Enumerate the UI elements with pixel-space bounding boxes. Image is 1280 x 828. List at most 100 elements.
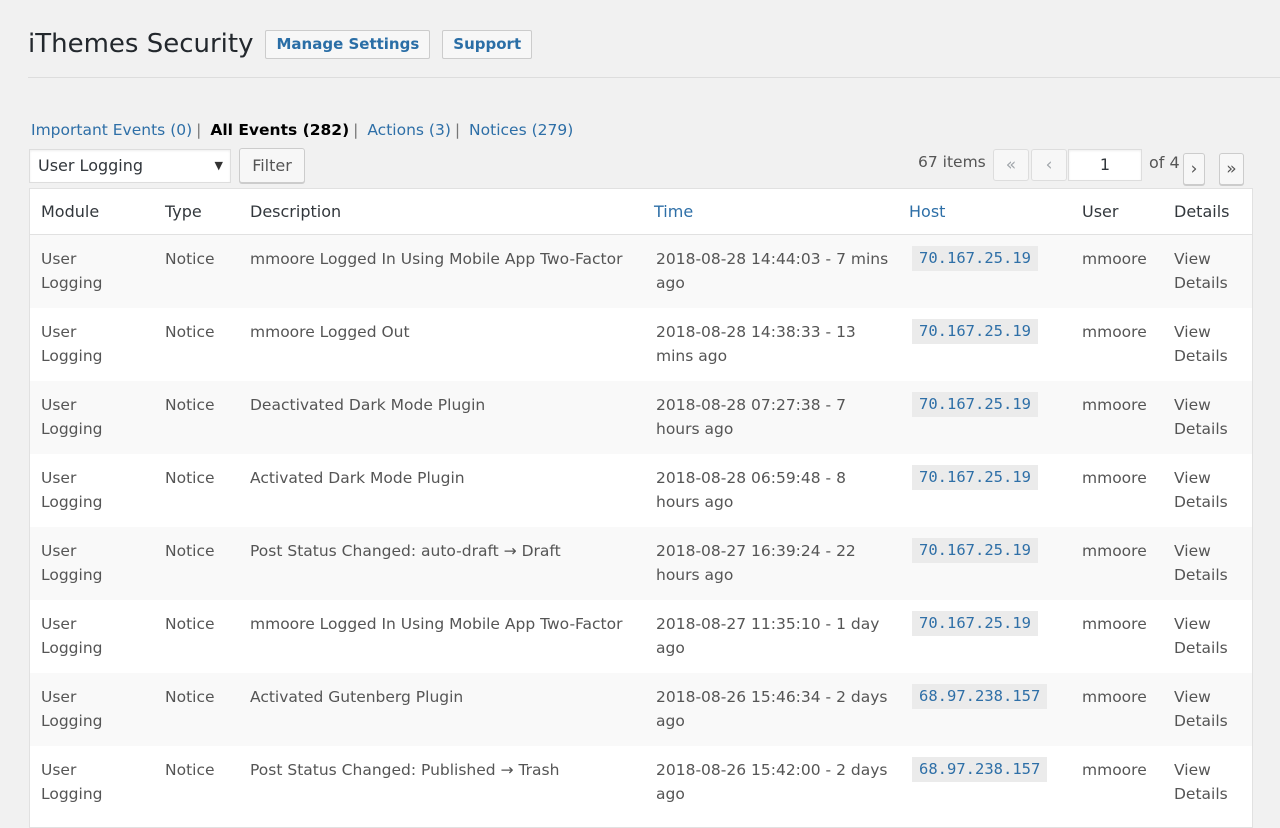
column-header-user: User [1082, 202, 1119, 221]
cell-module: User Logging [41, 323, 103, 365]
user-link[interactable]: mmoore [1082, 758, 1147, 782]
view-all-events[interactable]: All Events (282) [210, 121, 349, 139]
total-pages: of 4 [1149, 153, 1180, 172]
cell-time: 2018-08-28 14:38:33 - 13 mins ago [656, 323, 856, 365]
column-header-time[interactable]: Time [654, 202, 693, 221]
user-link[interactable]: mmoore [1082, 393, 1147, 417]
cell-module: User Logging [41, 250, 103, 292]
host-ip-link[interactable]: 68.97.238.157 [912, 684, 1048, 709]
table-body: User Logging Notice mmoore Logged In Using… [30, 235, 1252, 819]
title-bar: iThemes Security Manage Settings Support [28, 24, 533, 64]
user-link[interactable]: mmoore [1082, 466, 1147, 490]
support-button[interactable]: Support [442, 29, 533, 59]
cell-time: 2018-08-27 16:39:24 - 22 hours ago [656, 542, 856, 584]
prev-page-button: ‹ [1031, 149, 1067, 181]
header-divider [28, 77, 1280, 78]
view-details-link[interactable]: View Details [1174, 320, 1244, 368]
view-details-link[interactable]: View Details [1174, 539, 1244, 587]
view-details-link[interactable]: View Details [1174, 247, 1244, 295]
cell-time: 2018-08-26 15:46:34 - 2 days ago [656, 688, 888, 730]
table-row: User Logging Notice Activated Dark Mode Pl… [30, 454, 1252, 527]
table-header: Module Type Description Time Host User D… [30, 189, 1252, 235]
table-row: User Logging Notice mmoore Logged In Using… [30, 235, 1252, 308]
view-notices[interactable]: Notices (279) [469, 121, 573, 139]
view-details-link[interactable]: View Details [1174, 612, 1244, 660]
cell-type: Notice [165, 542, 215, 560]
user-link[interactable]: mmoore [1082, 685, 1147, 709]
view-label: Important Events [31, 121, 166, 139]
cell-module: User Logging [41, 615, 103, 657]
module-filter-select[interactable]: User Logging ▼ [29, 149, 231, 183]
cell-description: Post Status Changed: Published → Trash [250, 761, 560, 779]
host-ip-link[interactable]: 70.167.25.19 [912, 392, 1038, 417]
view-details-link[interactable]: View Details [1174, 685, 1244, 733]
cell-module: User Logging [41, 396, 103, 438]
cell-description: Post Status Changed: auto-draft → Draft [250, 542, 561, 560]
view-details-link[interactable]: View Details [1174, 393, 1244, 441]
host-ip-link[interactable]: 70.167.25.19 [912, 465, 1038, 490]
view-count: (282) [302, 121, 350, 139]
table-row: User Logging Notice Post Status Changed: a… [30, 527, 1252, 600]
column-header-host[interactable]: Host [909, 202, 945, 221]
cell-type: Notice [165, 688, 215, 706]
view-details-link[interactable]: View Details [1174, 466, 1244, 514]
event-views: Important Events (0) | All Events (282) | … [31, 121, 573, 139]
view-count: (279) [531, 121, 574, 139]
cell-type: Notice [165, 615, 215, 633]
view-count: (3) [428, 121, 451, 139]
current-page-input[interactable]: 1 [1068, 149, 1142, 181]
dropdown-caret-icon: ▼ [214, 159, 223, 172]
user-link[interactable]: mmoore [1082, 247, 1147, 271]
separator: | [353, 121, 359, 139]
host-ip-link[interactable]: 70.167.25.19 [912, 538, 1038, 563]
cell-type: Notice [165, 469, 215, 487]
first-page-button: « [993, 149, 1029, 181]
view-label: Actions [367, 121, 424, 139]
view-actions[interactable]: Actions (3) [367, 121, 451, 139]
cell-module: User Logging [41, 761, 103, 803]
table-row: User Logging Notice mmoore Logged Out 2018-… [30, 308, 1252, 381]
cell-type: Notice [165, 396, 215, 414]
view-details-link[interactable]: View Details [1174, 758, 1244, 806]
separator: | [196, 121, 202, 139]
filter-button[interactable]: Filter [239, 148, 305, 183]
separator: | [454, 121, 461, 139]
cell-type: Notice [165, 250, 215, 268]
host-ip-link[interactable]: 70.167.25.19 [912, 319, 1038, 344]
view-important-events[interactable]: Important Events (0) [31, 121, 192, 139]
next-page-button[interactable]: › [1183, 153, 1205, 185]
cell-time: 2018-08-28 07:27:38 - 7 hours ago [656, 396, 846, 438]
page-title: iThemes Security [28, 29, 254, 59]
cell-module: User Logging [41, 469, 103, 511]
cell-time: 2018-08-27 11:35:10 - 1 day ago [656, 615, 880, 657]
cell-description: mmoore Logged In Using Mobile App Two-Fa… [250, 615, 623, 633]
cell-time: 2018-08-28 14:44:03 - 7 mins ago [656, 250, 889, 292]
host-ip-link[interactable]: 70.167.25.19 [912, 246, 1038, 271]
items-count: 67 items [918, 153, 986, 171]
column-header-type: Type [165, 202, 202, 221]
cell-time: 2018-08-28 06:59:48 - 8 hours ago [656, 469, 846, 511]
manage-settings-button[interactable]: Manage Settings [265, 29, 431, 59]
cell-module: User Logging [41, 542, 103, 584]
cell-type: Notice [165, 323, 215, 341]
cell-description: mmoore Logged Out [250, 323, 410, 341]
cell-time: 2018-08-26 15:42:00 - 2 days ago [656, 761, 888, 803]
last-page-button[interactable]: » [1219, 153, 1244, 185]
column-header-module: Module [41, 202, 100, 221]
cell-description: Deactivated Dark Mode Plugin [250, 396, 486, 414]
table-row: User Logging Notice Post Status Changed: P… [30, 746, 1252, 819]
column-header-description: Description [250, 202, 342, 221]
cell-module: User Logging [41, 688, 103, 730]
cell-description: mmoore Logged In Using Mobile App Two-Fa… [250, 250, 623, 268]
cell-type: Notice [165, 761, 215, 779]
table-row: User Logging Notice Activated Gutenberg Pl… [30, 673, 1252, 746]
host-ip-link[interactable]: 70.167.25.19 [912, 611, 1038, 636]
user-link[interactable]: mmoore [1082, 612, 1147, 636]
user-link[interactable]: mmoore [1082, 320, 1147, 344]
cell-description: Activated Gutenberg Plugin [250, 688, 464, 706]
user-link[interactable]: mmoore [1082, 539, 1147, 563]
host-ip-link[interactable]: 68.97.238.157 [912, 757, 1048, 782]
cell-description: Activated Dark Mode Plugin [250, 469, 465, 487]
view-count: (0) [170, 121, 193, 139]
table-row: User Logging Notice Deactivated Dark Mode … [30, 381, 1252, 454]
